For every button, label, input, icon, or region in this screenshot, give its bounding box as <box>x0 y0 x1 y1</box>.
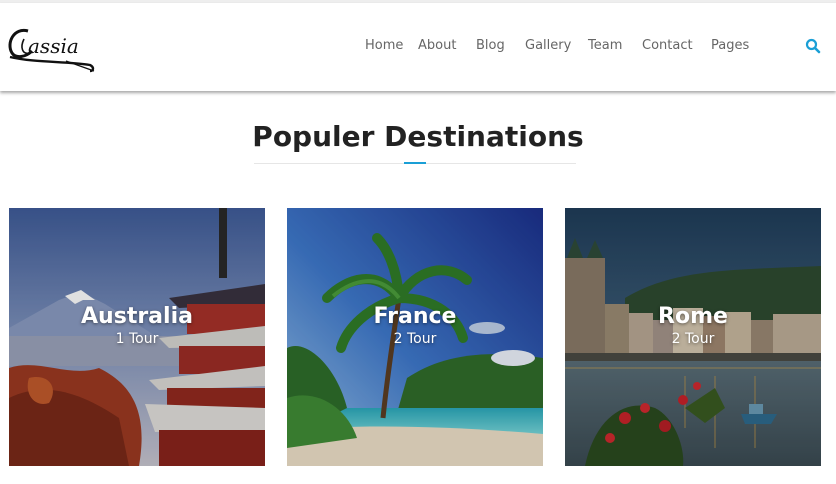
destination-card-france[interactable]: France 2 Tour <box>287 208 543 466</box>
destination-name: Australia <box>81 304 193 329</box>
destination-tour-count: 1 Tour <box>115 331 159 347</box>
nav-about[interactable]: About <box>418 38 456 53</box>
destination-name: Rome <box>658 304 728 329</box>
nav-team[interactable]: Team <box>588 38 622 53</box>
destination-tour-count: 2 Tour <box>671 331 715 347</box>
nav-home[interactable]: Home <box>365 38 403 53</box>
nav-pages[interactable]: Pages <box>711 38 749 53</box>
title-accent-bar <box>404 162 426 164</box>
destination-tour-count: 2 Tour <box>393 331 437 347</box>
search-icon[interactable] <box>805 38 821 54</box>
nav-contact[interactable]: Contact <box>642 38 693 53</box>
destination-card-australia[interactable]: Australia 1 Tour <box>9 208 265 466</box>
section-title: Populer Destinations <box>252 120 584 153</box>
destination-card-rome[interactable]: Rome 2 Tour <box>565 208 821 466</box>
nav-blog[interactable]: Blog <box>476 38 505 53</box>
site-header: assia Home About Blog Gallery Team Conta… <box>0 3 836 91</box>
destination-name: France <box>373 304 457 329</box>
nav-gallery[interactable]: Gallery <box>525 38 571 53</box>
main-nav: Home About Blog Gallery Team Contact Pag… <box>0 3 836 91</box>
